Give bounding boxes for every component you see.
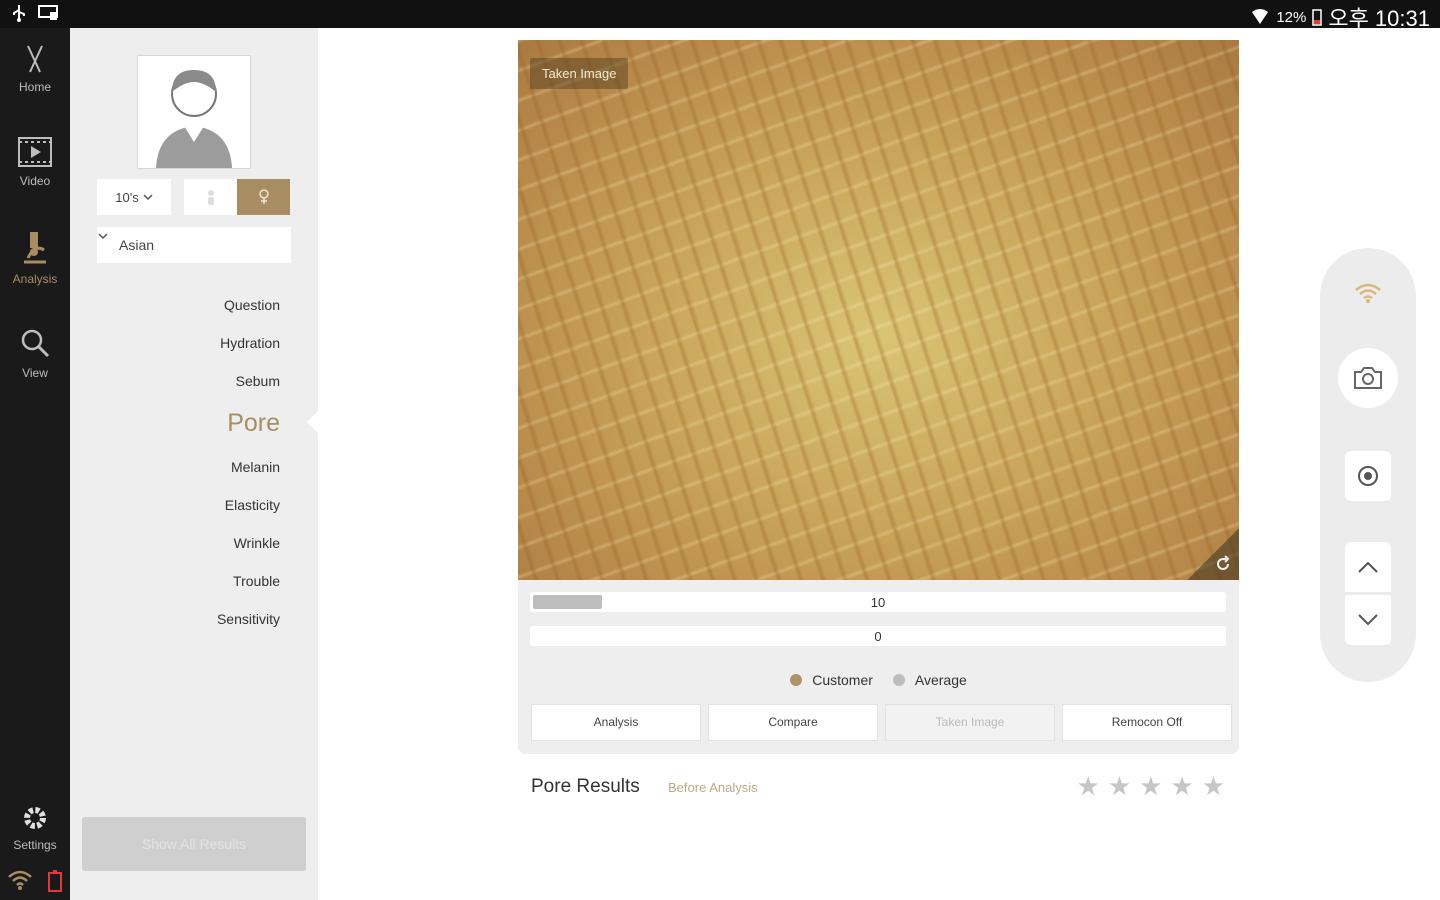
menu-item-question[interactable]: Question <box>217 290 280 328</box>
gender-male-button[interactable] <box>184 179 237 215</box>
chevron-down-icon <box>98 233 108 240</box>
star-icon: ★ <box>1201 771 1225 801</box>
menu-item-sensitivity[interactable]: Sensitivity <box>217 604 280 642</box>
battery-icon <box>1312 9 1323 26</box>
active-item-pointer <box>307 410 319 434</box>
male-icon <box>207 190 214 205</box>
analysis-menu: Question Hydration Sebum Pore Melanin El… <box>217 290 280 642</box>
battery-percent: 12% <box>1276 8 1307 26</box>
down-button[interactable] <box>1345 595 1391 645</box>
status-bar: 12% 오후 10:31 <box>0 0 1440 31</box>
race-select[interactable]: Asian <box>97 227 291 263</box>
clock: 오후 10:31 <box>1328 6 1430 31</box>
average-score-value: 0 <box>874 629 882 644</box>
age-value: 10's <box>115 189 139 205</box>
nav-home-label: Home <box>18 80 51 94</box>
nav-analysis-label: Analysis <box>12 272 58 286</box>
nav-home[interactable]: Home <box>0 44 70 94</box>
menu-item-trouble[interactable]: Trouble <box>217 566 280 604</box>
menu-item-sebum[interactable]: Sebum <box>217 366 280 404</box>
camera-icon <box>1354 367 1382 389</box>
star-icon: ★ <box>1170 771 1194 801</box>
rotate-icon <box>1217 555 1230 570</box>
image-label: Taken Image <box>530 58 629 89</box>
star-icon: ★ <box>1076 771 1100 801</box>
action-buttons: Analysis Compare Taken Image Remocon Off <box>531 704 1232 741</box>
legend-customer-label: Customer <box>812 672 873 688</box>
usb-icon <box>13 5 25 22</box>
chevron-down-icon <box>143 194 153 201</box>
gear-icon <box>24 807 46 829</box>
race-value: Asian <box>119 237 155 253</box>
legend-average-label: Average <box>914 672 967 688</box>
analysis-card: Taken Image 10 0 Customer Average Analys… <box>518 40 1239 754</box>
taken-image-button[interactable]: Taken Image <box>885 704 1055 741</box>
results-title: Pore Results <box>531 776 640 797</box>
tweezers-icon <box>27 45 43 73</box>
age-select[interactable]: 10's <box>97 179 171 215</box>
gender-female-button[interactable] <box>237 179 290 215</box>
avatar[interactable] <box>137 55 251 169</box>
chevron-up-icon <box>1358 561 1378 573</box>
nav-view-label: View <box>22 366 48 380</box>
nav-video-label: Video <box>19 174 51 188</box>
device-status <box>0 870 70 892</box>
skin-image: Taken Image <box>518 40 1239 580</box>
customer-score-bar: 10 <box>530 592 1226 612</box>
customer-score-value: 10 <box>870 595 886 610</box>
pore-results: Pore Results Before Analysis ★ ★ ★ ★ ★ <box>531 771 1225 806</box>
up-button[interactable] <box>1345 542 1391 592</box>
nav-view[interactable]: View <box>0 328 70 380</box>
menu-item-hydration[interactable]: Hydration <box>217 328 280 366</box>
camera-button[interactable] <box>1338 348 1398 408</box>
results-status: Before Analysis <box>668 780 758 795</box>
female-avatar-icon <box>156 70 232 168</box>
star-icon: ★ <box>1107 771 1132 801</box>
nav-video[interactable]: Video <box>0 136 70 188</box>
nav-settings[interactable]: Settings <box>0 804 70 852</box>
legend-average: Average <box>892 672 967 688</box>
device-wifi-icon <box>8 870 32 890</box>
nav-analysis[interactable]: Analysis <box>0 228 70 286</box>
menu-item-pore[interactable]: Pore <box>217 404 280 452</box>
record-icon <box>1358 466 1378 486</box>
legend: Customer Average <box>518 672 1239 688</box>
customer-dot <box>790 674 803 686</box>
device-battery-icon <box>48 870 62 892</box>
remote-wifi-indicator <box>1348 278 1388 308</box>
wifi-icon <box>1355 283 1381 303</box>
female-icon <box>258 189 269 204</box>
video-icon <box>18 137 52 167</box>
average-score-bar: 0 <box>530 626 1226 646</box>
nav-settings-label: Settings <box>13 838 57 852</box>
average-dot <box>892 674 905 686</box>
profile-panel: 10's Asian Question Hydration Sebum Pore… <box>70 28 319 900</box>
wifi-status-icon <box>1252 9 1269 24</box>
compare-button[interactable]: Compare <box>708 704 878 741</box>
analysis-button[interactable]: Analysis <box>531 704 701 741</box>
menu-item-elasticity[interactable]: Elasticity <box>217 490 280 528</box>
capture-button[interactable] <box>1345 451 1391 501</box>
left-navigation: Home Video Analysis View Settings <box>0 28 70 900</box>
menu-item-wrinkle[interactable]: Wrinkle <box>217 528 280 566</box>
menu-item-melanin[interactable]: Melanin <box>217 452 280 490</box>
legend-customer: Customer <box>790 672 873 688</box>
remote-control-panel <box>1320 248 1416 682</box>
show-all-results-button[interactable]: Show All Results <box>82 817 306 871</box>
remocon-off-button[interactable]: Remocon Off <box>1062 704 1232 741</box>
rotate-button[interactable] <box>1187 528 1239 580</box>
search-icon <box>21 329 50 358</box>
star-icon: ★ <box>1139 771 1163 801</box>
screen-mirror-icon <box>38 5 58 20</box>
microscope-icon <box>24 232 46 264</box>
chevron-down-icon <box>1358 614 1378 626</box>
star-rating: ★ ★ ★ ★ ★ <box>1076 771 1225 802</box>
